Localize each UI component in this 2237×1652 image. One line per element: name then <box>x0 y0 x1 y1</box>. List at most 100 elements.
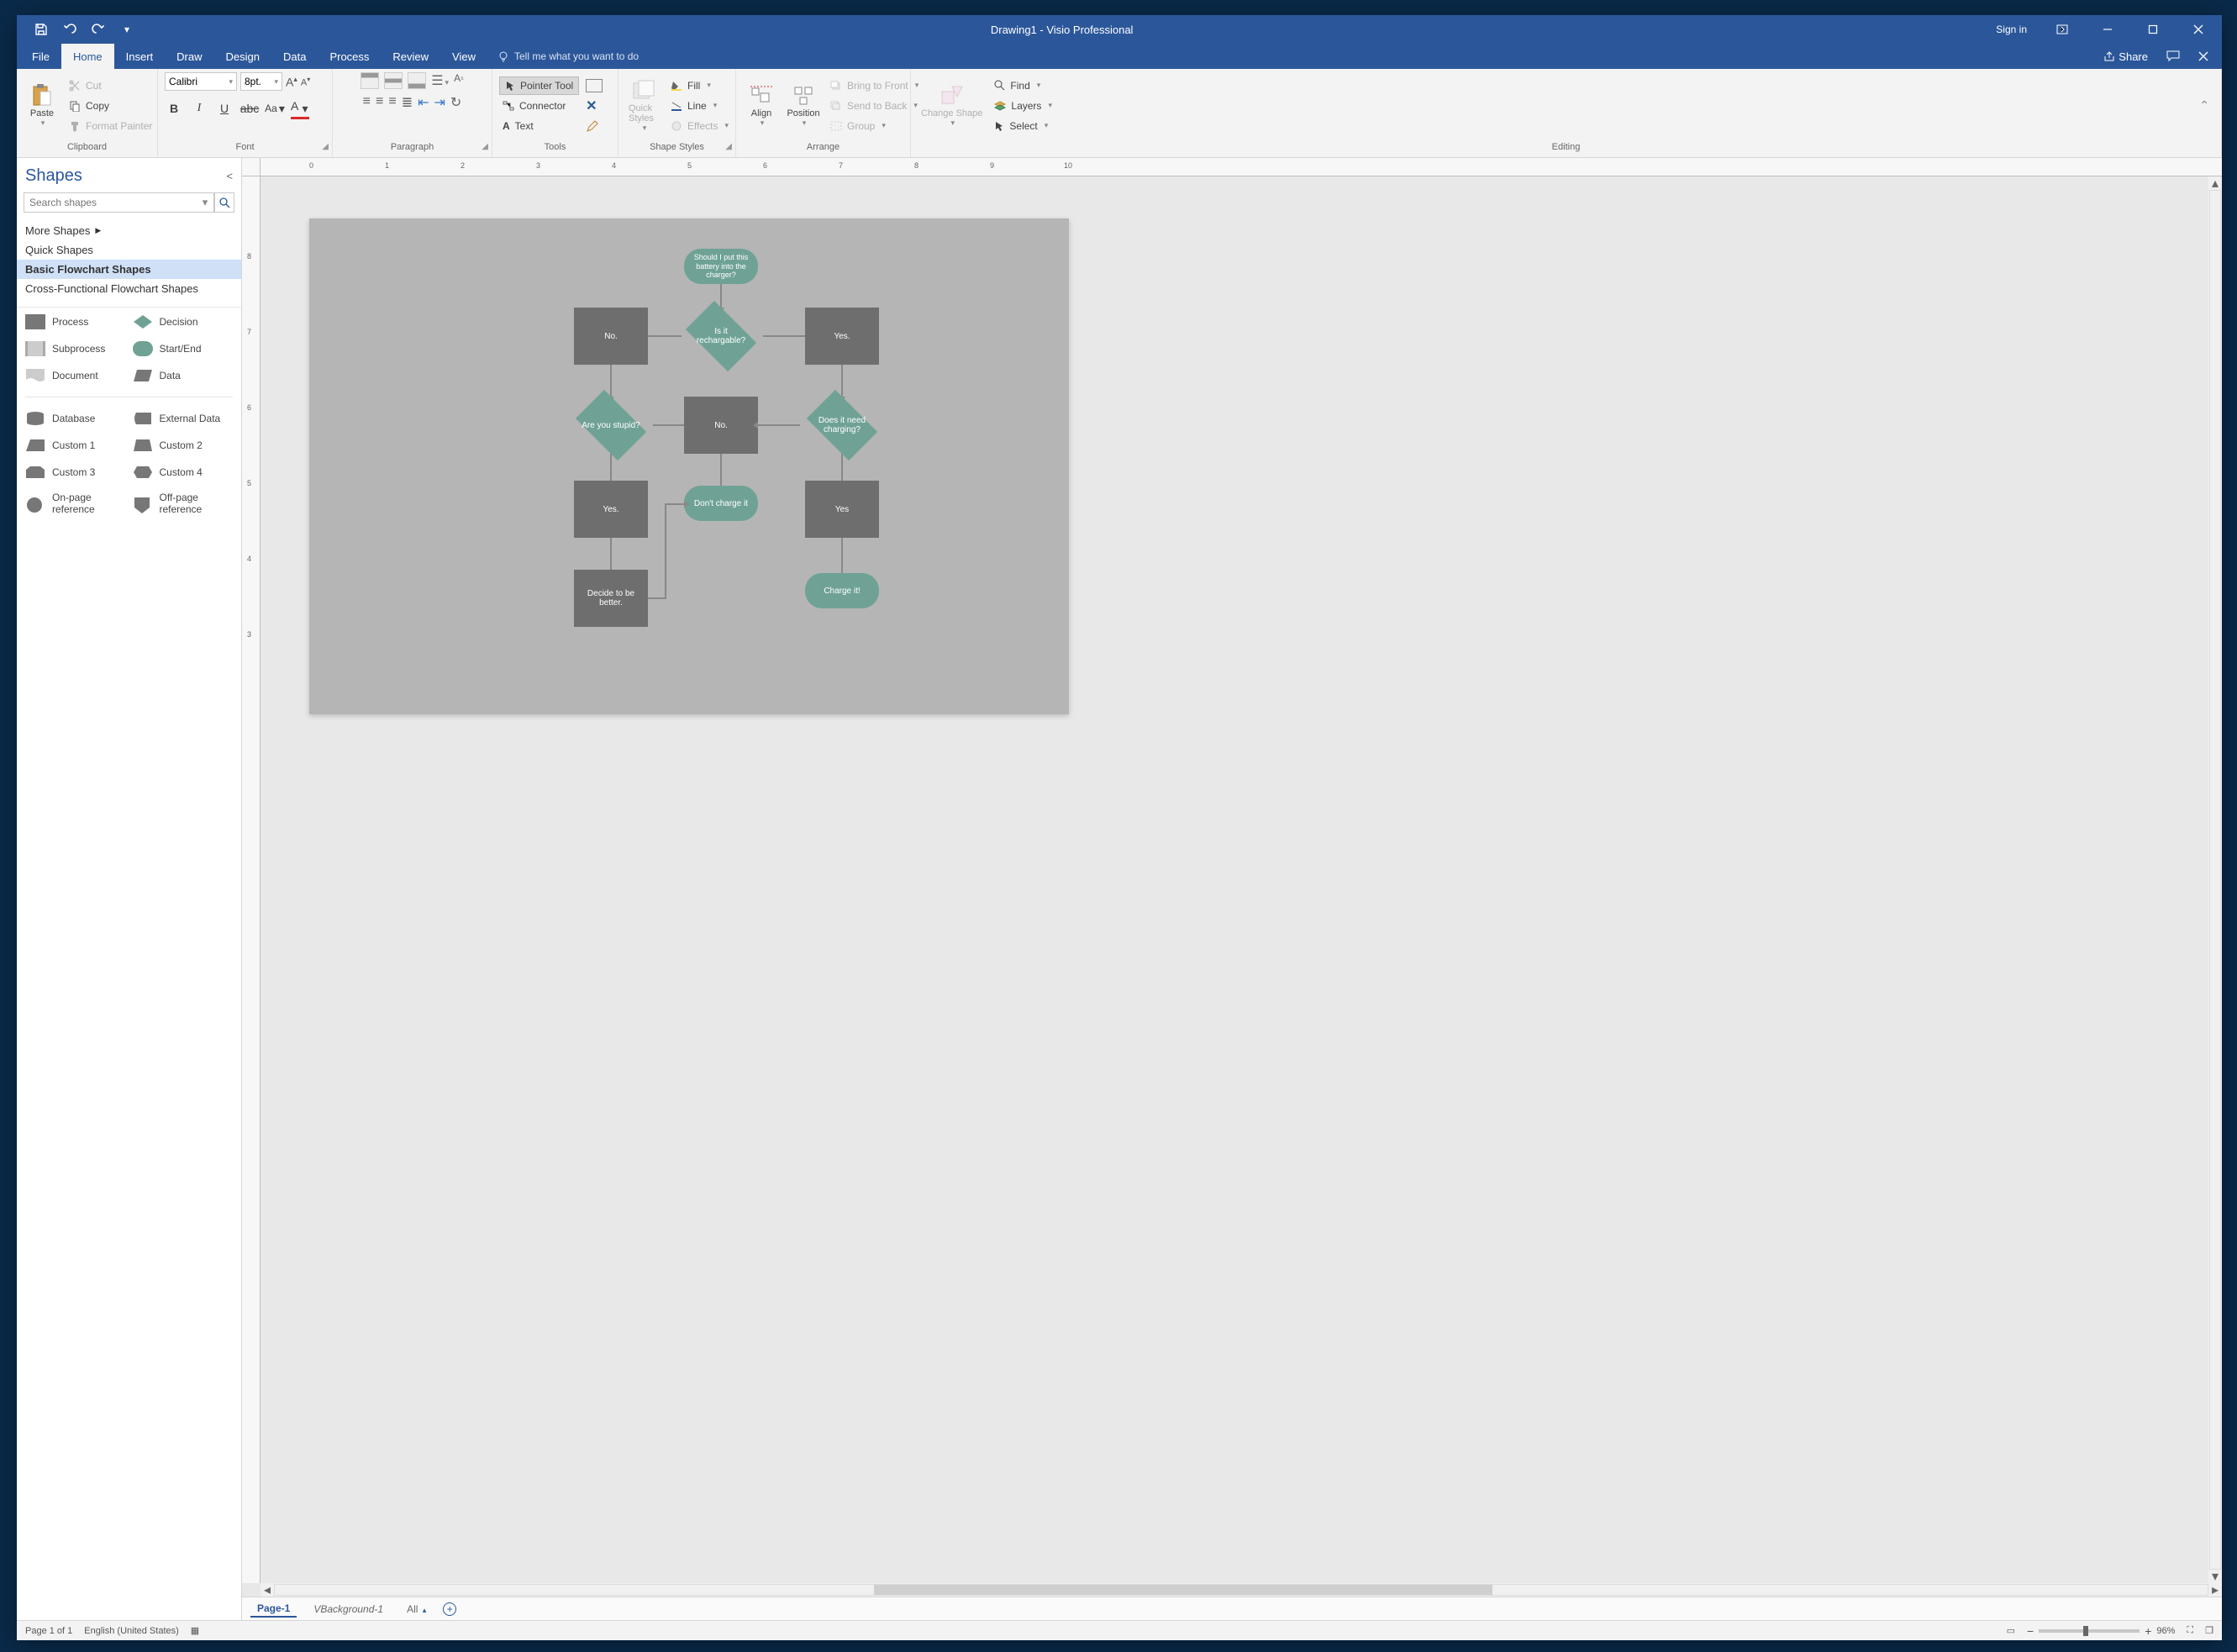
shape-process-no1[interactable]: No. <box>574 308 648 365</box>
change-case-button[interactable]: Aa▾ <box>266 99 284 118</box>
position-button[interactable]: Position▾ <box>785 82 822 129</box>
align-right[interactable]: ≡ <box>388 94 396 111</box>
shape-decision-need-charging[interactable]: Does it need charging? <box>800 397 884 454</box>
save-button[interactable] <box>32 20 50 39</box>
strikethrough-button[interactable]: abc <box>240 99 259 118</box>
collapse-ribbon-button[interactable]: ⌃ <box>2194 98 2214 113</box>
font-size-combo[interactable]: 8pt.▾ <box>240 72 282 91</box>
cut-button[interactable]: Cut <box>66 76 155 95</box>
shape-terminator-dont-charge[interactable]: Don't charge it <box>684 486 758 521</box>
pointer-tool[interactable]: Pointer Tool <box>499 76 579 95</box>
styles-dialog-launcher[interactable]: ◢ <box>725 142 732 151</box>
edit-tool-icon[interactable] <box>586 119 599 133</box>
fit-page-button[interactable]: ⛶ <box>2187 1625 2193 1636</box>
search-button[interactable] <box>214 192 234 213</box>
sign-in-link[interactable]: Sign in <box>1987 24 2035 35</box>
bold-button[interactable]: B <box>165 99 183 118</box>
shape-custom-1[interactable]: Custom 1 <box>25 438 126 453</box>
switch-windows-button[interactable]: ❐ <box>2205 1625 2213 1636</box>
qat-customize[interactable]: ▾ <box>118 20 136 39</box>
connector[interactable] <box>648 335 682 337</box>
font-dialog-launcher[interactable]: ◢ <box>322 142 329 151</box>
add-page-button[interactable]: + <box>443 1602 456 1616</box>
zoom-level[interactable]: 96% <box>2156 1626 2175 1636</box>
stencil-basic-flowchart[interactable]: Basic Flowchart Shapes <box>17 260 241 279</box>
connector[interactable] <box>720 454 722 486</box>
connector[interactable] <box>665 503 684 505</box>
align-center[interactable]: ≡ <box>376 94 383 111</box>
shape-decision-rechargable[interactable]: Is it rechargable? <box>679 308 763 365</box>
page-tab-all[interactable]: All ▴ <box>400 1602 433 1617</box>
zoom-in-button[interactable]: + <box>2145 1624 2151 1638</box>
decrease-font-size[interactable]: A▾ <box>301 76 310 88</box>
connector-tool[interactable]: Connector <box>499 97 579 115</box>
paragraph-dialog-launcher[interactable]: ◢ <box>482 142 488 151</box>
redo-button[interactable] <box>89 20 108 39</box>
ribbon-display-options[interactable] <box>2044 15 2081 44</box>
tab-home[interactable]: Home <box>61 44 114 69</box>
presentation-mode-icon[interactable]: ▭ <box>2007 1625 2015 1636</box>
copy-button[interactable]: Copy <box>66 97 155 115</box>
shape-database[interactable]: Database <box>25 411 126 426</box>
search-shapes-input[interactable] <box>24 192 214 213</box>
shape-custom-4[interactable]: Custom 4 <box>133 465 234 480</box>
change-shape-button[interactable]: Change Shape▾ <box>918 82 986 129</box>
maximize-button[interactable] <box>2134 15 2171 44</box>
format-painter-button[interactable]: Format Painter <box>66 117 155 135</box>
tab-view[interactable]: View <box>440 44 487 69</box>
decrease-indent[interactable]: ⇤ <box>418 94 429 111</box>
horizontal-scrollbar[interactable]: ◂ ▸ <box>261 1583 2222 1597</box>
group-button[interactable]: Group▾ <box>827 117 922 135</box>
underline-button[interactable]: U <box>215 99 234 118</box>
connector[interactable] <box>610 365 612 397</box>
connector[interactable] <box>841 538 843 573</box>
tab-review[interactable]: Review <box>381 44 440 69</box>
connector[interactable] <box>610 454 612 481</box>
scroll-up[interactable]: ▴ <box>2208 176 2222 190</box>
bring-to-front-button[interactable]: Bring to Front▾ <box>827 76 922 95</box>
vertical-scrollbar[interactable]: ▴ ▾ <box>2208 176 2222 1583</box>
shape-decision[interactable]: Decision <box>133 314 234 329</box>
shape-process-yes2[interactable]: Yes. <box>574 481 648 538</box>
shape-process-yes3[interactable]: Yes <box>805 481 879 538</box>
rectangle-tool[interactable] <box>586 79 603 92</box>
align-bottom[interactable] <box>408 72 426 89</box>
shape-data[interactable]: Data <box>133 368 234 383</box>
italic-button[interactable]: I <box>190 99 208 118</box>
close-ribbon-button[interactable] <box>2193 44 2213 69</box>
shape-process-decide[interactable]: Decide to be better. <box>574 570 648 627</box>
quick-styles-button[interactable]: Quick Styles▾ <box>625 76 662 134</box>
delete-x-icon[interactable]: ✕ <box>586 97 603 114</box>
find-button[interactable]: Find▾ <box>991 76 1055 95</box>
justify[interactable]: ≣ <box>402 94 413 111</box>
align-middle[interactable] <box>384 72 403 89</box>
scroll-down[interactable]: ▾ <box>2208 1570 2222 1583</box>
macro-recorder-icon[interactable]: ▦ <box>191 1625 199 1636</box>
connector[interactable] <box>653 424 684 426</box>
connector[interactable] <box>841 365 843 397</box>
more-shapes[interactable]: More Shapes▶ <box>17 221 241 240</box>
bullets-button[interactable]: ☰▾ <box>431 72 449 89</box>
zoom-out-button[interactable]: − <box>2027 1624 2034 1638</box>
select-button[interactable]: Select▾ <box>991 117 1055 135</box>
shape-start-end[interactable]: Start/End <box>133 341 234 356</box>
connector[interactable] <box>648 597 666 599</box>
shape-external-data[interactable]: External Data <box>133 411 234 426</box>
minimize-button[interactable] <box>2089 15 2126 44</box>
scroll-left[interactable]: ◂ <box>261 1583 274 1597</box>
effects-button[interactable]: Effects▾ <box>667 117 732 135</box>
undo-button[interactable] <box>61 20 79 39</box>
page-tab-background[interactable]: VBackground-1 <box>307 1602 390 1617</box>
stencil-quick-shapes[interactable]: Quick Shapes <box>17 240 241 260</box>
increase-indent[interactable]: ⇥ <box>434 94 445 111</box>
connector[interactable] <box>758 424 800 426</box>
connector[interactable] <box>665 503 666 599</box>
align-left[interactable]: ≡ <box>363 94 371 111</box>
layers-button[interactable]: Layers▾ <box>991 97 1055 115</box>
increase-font-size[interactable]: A▴ <box>286 75 297 89</box>
drawing-page[interactable]: Should I put this battery into the charg… <box>309 218 1069 714</box>
page-indicator[interactable]: Page 1 of 1 <box>25 1626 72 1636</box>
shape-process-yes1[interactable]: Yes. <box>805 308 879 365</box>
fill-button[interactable]: Fill▾ <box>667 76 732 95</box>
paste-button[interactable]: Paste▾ <box>24 82 61 129</box>
